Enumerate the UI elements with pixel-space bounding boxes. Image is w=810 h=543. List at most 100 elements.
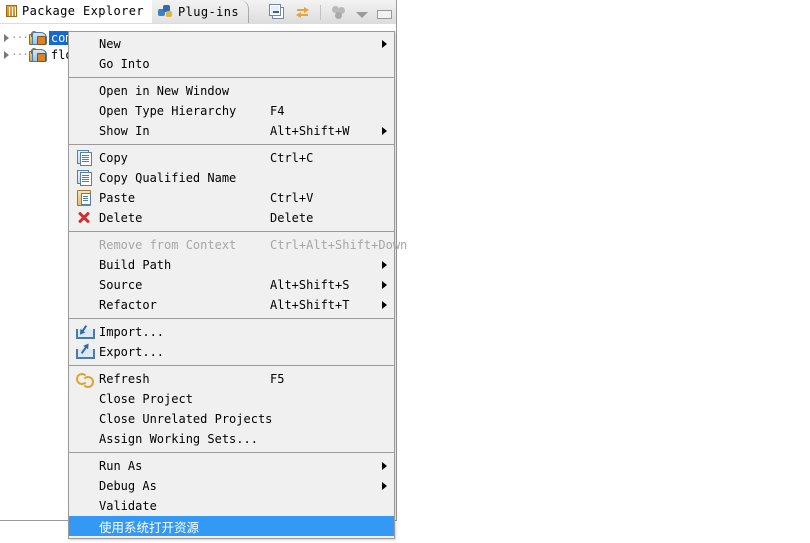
menu-item-shortcut: Ctrl+Alt+Shift+Down [270, 238, 408, 252]
menu-separator [69, 231, 394, 232]
menu-item-icon-placeholder [75, 257, 95, 273]
export-icon [75, 344, 95, 360]
menu-item-icon-placeholder [75, 458, 95, 474]
menu-separator [69, 365, 394, 366]
menu-item-label: Copy [99, 151, 128, 165]
copy-icon [75, 170, 95, 186]
menu-item-close-project[interactable]: Close Project [69, 389, 394, 409]
submenu-arrow-icon [382, 40, 387, 48]
menu-item-icon-placeholder [75, 478, 95, 494]
menu-item-shortcut: Delete [270, 211, 314, 225]
menu-item-label: Go Into [99, 57, 150, 71]
menu-item-copy[interactable]: Copy Ctrl+C [69, 148, 394, 168]
menu-item-icon-placeholder [75, 103, 95, 119]
tab-label: Plug-ins [178, 4, 239, 19]
package-fragment-icon [28, 47, 47, 62]
submenu-arrow-icon [382, 482, 387, 490]
view-menu-icon[interactable] [330, 4, 347, 21]
menu-item-close-unrelated-projects[interactable]: Close Unrelated Projects [69, 409, 394, 429]
menu-item-open-in-new-window[interactable]: Open in New Window [69, 81, 394, 101]
menu-item-shortcut: F5 [270, 372, 285, 386]
menu-item-refresh[interactable]: Refresh F5 [69, 369, 394, 389]
menu-item-label: Remove from Context [99, 238, 237, 252]
collapse-all-icon[interactable] [268, 3, 285, 21]
menu-item-debug-as[interactable]: Debug As [69, 476, 394, 496]
menu-item-icon-placeholder [75, 83, 95, 99]
menu-item-icon-placeholder [75, 56, 95, 72]
menu-item-delete[interactable]: Delete Delete [69, 208, 394, 228]
menu-item-refactor[interactable]: Refactor Alt+Shift+T [69, 295, 394, 315]
menu-item-new[interactable]: New [69, 34, 394, 54]
menu-item-go-into[interactable]: Go Into [69, 54, 394, 74]
menu-item-open-type-hierarchy[interactable]: Open Type Hierarchy F4 [69, 101, 394, 121]
menu-item-copy-qualified-name[interactable]: Copy Qualified Name [69, 168, 394, 188]
submenu-arrow-icon [382, 462, 387, 470]
menu-item-label: Delete [99, 211, 143, 225]
expand-arrow-icon[interactable] [4, 50, 9, 59]
menu-separator [69, 318, 394, 319]
toolbar-divider [320, 4, 321, 20]
menu-item-icon-placeholder [75, 297, 95, 313]
chevron-down-icon[interactable] [356, 11, 368, 18]
menu-item-paste[interactable]: Paste Ctrl+V [69, 188, 394, 208]
view-tabbar: Package Explorer ✖ Plug-ins [0, 0, 396, 25]
menu-item-icon-placeholder [75, 123, 95, 139]
plugins-icon [158, 5, 173, 18]
menu-item-label: Debug As [99, 479, 157, 493]
menu-item-import[interactable]: Import... [69, 322, 394, 342]
menu-separator [69, 452, 394, 453]
refresh-icon [75, 371, 95, 388]
submenu-arrow-icon [382, 127, 387, 135]
submenu-arrow-icon [382, 301, 387, 309]
tab-label: Package Explorer [22, 4, 144, 18]
menu-item-label: Import... [99, 325, 165, 339]
tab-package-explorer[interactable]: Package Explorer ✖ [0, 0, 173, 23]
menu-item-shortcut: Alt+Shift+T [270, 298, 350, 312]
delete-icon [75, 210, 95, 226]
menu-item-icon-placeholder [75, 518, 95, 534]
menu-item-icon-placeholder [75, 237, 95, 253]
menu-item-validate[interactable]: Validate [69, 496, 394, 516]
menu-item-label: Paste [99, 191, 136, 205]
menu-item-label: Refactor [99, 298, 157, 312]
menu-item-shortcut: Alt+Shift+S [270, 278, 350, 292]
menu-item-icon-placeholder [75, 36, 95, 52]
minimize-icon[interactable] [377, 9, 392, 19]
package-explorer-icon [6, 5, 17, 17]
menu-item-label: New [99, 37, 121, 51]
menu-item-shortcut: Ctrl+V [270, 191, 314, 205]
menu-item-build-path[interactable]: Build Path [69, 255, 394, 275]
menu-item-label: Build Path [99, 258, 172, 272]
menu-item-remove-from-context: Remove from Context Ctrl+Alt+Shift+Down [69, 235, 407, 255]
paste-icon [75, 190, 95, 206]
menu-item-label: Close Unrelated Projects [99, 412, 273, 426]
menu-item-export[interactable]: Export... [69, 342, 394, 362]
menu-item-[interactable]: 使用系统打开资源 [69, 516, 394, 536]
menu-item-shortcut: Ctrl+C [270, 151, 314, 165]
menu-item-label: 使用系统打开资源 [99, 519, 200, 535]
menu-item-label: Copy Qualified Name [99, 171, 237, 185]
menu-item-label: Show In [99, 124, 150, 138]
menu-item-label: Validate [99, 499, 157, 513]
menu-item-label: Open in New Window [99, 84, 230, 98]
menu-item-shortcut: Alt+Shift+W [270, 124, 350, 138]
submenu-arrow-icon [382, 281, 387, 289]
menu-item-show-in[interactable]: Show In Alt+Shift+W [69, 121, 394, 141]
package-fragment-icon [28, 30, 47, 45]
menu-item-source[interactable]: Source Alt+Shift+S [69, 275, 394, 295]
menu-item-shortcut: F4 [270, 104, 285, 118]
menu-item-run-as[interactable]: Run As [69, 456, 394, 476]
menu-item-label: Source [99, 278, 143, 292]
link-with-editor-icon[interactable] [294, 4, 311, 21]
tab-plugins[interactable]: Plug-ins [152, 0, 249, 23]
submenu-arrow-icon [382, 261, 387, 269]
view-toolbar [268, 0, 396, 24]
expand-arrow-icon[interactable] [4, 33, 9, 42]
menu-separator [69, 77, 394, 78]
menu-item-icon-placeholder [75, 277, 95, 293]
menu-separator [69, 144, 394, 145]
context-menu[interactable]: New Go Into Open in New Window Open Type Hi… [68, 31, 407, 539]
menu-item-label: Close Project [99, 392, 193, 406]
tree-indent-guide: ··· [11, 31, 29, 44]
menu-item-assign-working-sets[interactable]: Assign Working Sets... [69, 429, 394, 449]
